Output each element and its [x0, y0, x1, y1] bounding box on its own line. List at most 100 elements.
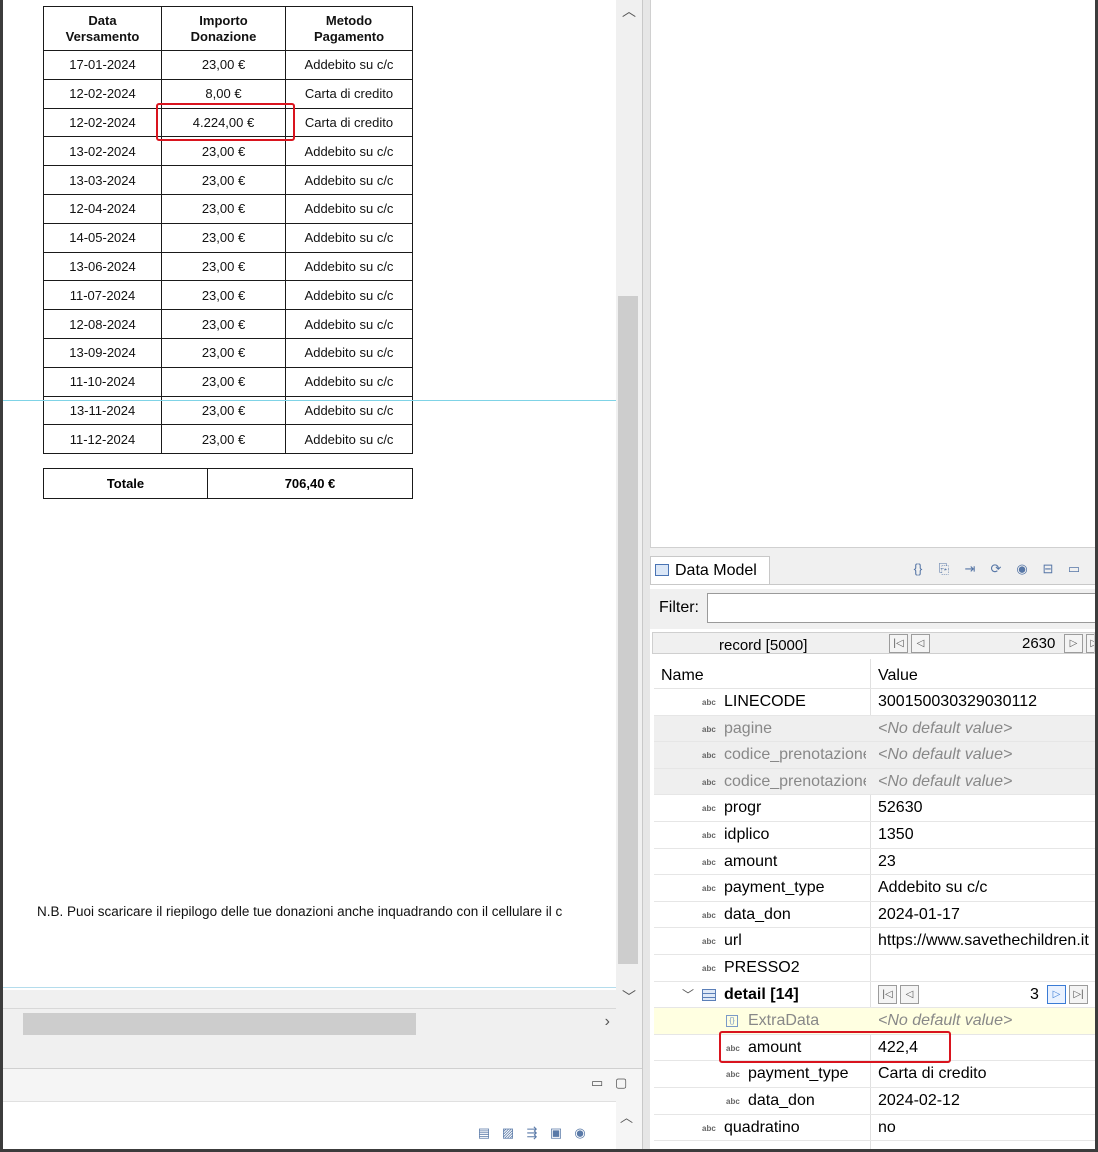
string-type-icon: abc — [702, 884, 716, 894]
import-icon[interactable]: ⎘ — [934, 560, 954, 578]
tree-row[interactable]: abc data_don 2024-01-17 — [654, 902, 1095, 929]
field-value: Carta di credito — [878, 1065, 987, 1083]
extradata-icon: {} — [726, 1015, 738, 1028]
tree-row[interactable]: abc idplico 1350 — [654, 822, 1095, 849]
method-cell: Addebito su c/c — [285, 193, 413, 224]
string-type-icon: abc — [702, 857, 716, 867]
tree-row[interactable]: abc payment_type Carta di credito — [654, 1061, 1095, 1088]
data-model-body: Filter: record [5000] |◁ ◁ 2630 ▷ ▷| Nam… — [650, 584, 1095, 1149]
detail-next-icon[interactable]: ▷ — [1047, 984, 1066, 1004]
refresh-icon[interactable]: ⟳ — [986, 560, 1006, 578]
tree-row[interactable]: abc PRESSO2 — [654, 955, 1095, 982]
data-tree: Name Value abc LINECODE 300150030329030112… — [654, 659, 1095, 1149]
table-row: 11-10-2024 23,00 € Addebito su c/c — [43, 366, 413, 397]
chevron-down-icon[interactable]: ﹀ — [682, 986, 694, 1003]
string-type-icon: abc — [702, 963, 716, 973]
payments-table: Data Versamento Importo Donazione Metodo Pa… — [43, 6, 413, 455]
tree-row[interactable]: abc LINECODE 300150030329030112 — [654, 689, 1095, 716]
tree-header: Name Value — [654, 659, 1095, 689]
report-icon[interactable]: ▤ — [475, 1124, 493, 1142]
field-value: <No default value> — [878, 772, 1013, 790]
detail-first-icon[interactable]: |◁ — [878, 984, 897, 1004]
preview-horizontal-scrollbar[interactable]: › — [3, 1008, 616, 1038]
error-icon[interactable]: ▣ — [547, 1124, 565, 1142]
detail-prev-icon[interactable]: ◁ — [900, 984, 919, 1004]
field-value: 23 — [878, 852, 896, 870]
bottom-tool-icons: ▤ ▨ ⇶ ▣ ◉ — [475, 1124, 589, 1142]
filter-input[interactable] — [707, 593, 1095, 623]
table-row: 13-02-2024 23,00 € Addebito su c/c — [43, 136, 413, 167]
tree-row[interactable]: abc progr 52630 — [654, 795, 1095, 822]
next-record-icon[interactable]: ▷ — [1064, 634, 1083, 653]
scroll-right-arrow-icon[interactable]: › — [605, 1013, 610, 1031]
field-name: progr — [724, 799, 762, 817]
amount-cell: 23,00 € — [161, 251, 286, 282]
method-cell: Addebito su c/c — [285, 424, 413, 455]
method-cell: Carta di credito — [285, 107, 413, 138]
braces-icon[interactable]: {} — [908, 560, 928, 578]
record-navigator: record [5000] |◁ ◁ 2630 ▷ ▷| — [652, 632, 1095, 654]
hscroll-thumb[interactable] — [23, 1013, 416, 1035]
field-name: quadratino — [724, 1118, 800, 1136]
tree-row[interactable]: abc amount 23 — [654, 849, 1095, 876]
field-value: 2024-01-17 — [878, 905, 960, 923]
step-icon[interactable]: ⇶ — [523, 1124, 541, 1142]
tree-row[interactable]: abc url https://www.savethechildren.it — [654, 928, 1095, 955]
tree-row[interactable]: abc data_don 2024-02-12 — [654, 1088, 1095, 1115]
column-value[interactable]: Value — [878, 667, 918, 685]
tree-row[interactable]: abc pagine <No default value> — [654, 715, 1095, 743]
tree-row-detail[interactable]: ﹀ detail [14] |◁ ◁ 3 ▷ ▷| — [654, 982, 1095, 1009]
amount-cell: 23,00 € — [161, 50, 286, 80]
first-record-icon[interactable]: |◁ — [889, 634, 908, 653]
string-type-icon: abc — [702, 777, 716, 787]
tree-row[interactable]: abc codice_prenotazione <No default value> — [654, 742, 1095, 769]
export-icon[interactable]: ⇥ — [960, 560, 980, 578]
field-name: pagine — [724, 719, 773, 737]
minimize-icon[interactable]: ▭ — [591, 1075, 603, 1091]
total-table: Totale 706,40 € — [43, 468, 413, 499]
date-cell: 13-03-2024 — [43, 165, 162, 195]
data-model-view: Data Model {} ⎘ ⇥ ⟳ ◉ ⊟ ▭ Filter: record… — [650, 552, 1095, 1149]
filter-label: Filter: — [659, 599, 699, 616]
date-cell: 12-04-2024 — [43, 193, 162, 224]
method-cell: Addebito su c/c — [285, 165, 413, 195]
editor-pane — [650, 0, 1095, 548]
collapse-icon[interactable]: ⊟ — [1038, 560, 1058, 578]
date-cell: 11-07-2024 — [43, 280, 162, 311]
field-name: data_don — [748, 1091, 815, 1109]
string-type-icon: abc — [702, 1123, 716, 1133]
header-importo-donazione: Importo Donazione — [161, 6, 286, 51]
tree-row[interactable]: abc quadratino no — [654, 1115, 1095, 1142]
table-row: 12-08-2024 23,00 € Addebito su c/c — [43, 309, 413, 339]
method-cell: Addebito su c/c — [285, 366, 413, 397]
data-model-icon — [655, 564, 669, 576]
scroll-up-small-icon[interactable]: ︿ — [620, 1107, 633, 1126]
delete-report-icon[interactable]: ▨ — [499, 1124, 517, 1142]
preview-vertical-scrollbar[interactable]: ︿ ﹀ — [616, 0, 642, 1006]
scroll-thumb[interactable] — [618, 296, 638, 964]
maximize-icon[interactable]: ▢ — [615, 1075, 627, 1091]
eye-icon[interactable]: ◉ — [1012, 560, 1032, 578]
scroll-down-arrow-icon[interactable]: ﹀ — [616, 986, 642, 1008]
tab-data-model[interactable]: Data Model — [650, 556, 770, 584]
tree-row[interactable]: abc codice_prenotazione <No default value> — [654, 768, 1095, 796]
tree-row[interactable]: abc payment_type Addebito su c/c — [654, 875, 1095, 902]
record-position[interactable]: 2630 — [1022, 635, 1055, 652]
detail-last-icon[interactable]: ▷| — [1069, 984, 1088, 1004]
prev-record-icon[interactable]: ◁ — [911, 634, 930, 653]
date-cell: 17-01-2024 — [43, 50, 162, 80]
help-icon[interactable]: ◉ — [571, 1124, 589, 1142]
minimize-view-icon[interactable]: ▭ — [1064, 560, 1084, 578]
sash-divider[interactable] — [642, 0, 650, 1149]
amount-cell: 23,00 € — [161, 366, 286, 397]
table-row: 13-03-2024 23,00 € Addebito su c/c — [43, 165, 413, 195]
total-value: 706,40 € — [207, 468, 413, 499]
column-name[interactable]: Name — [661, 667, 704, 685]
amount-cell: 23,00 € — [161, 424, 286, 455]
field-value: 2024-02-12 — [878, 1091, 960, 1109]
scroll-up-arrow-icon[interactable]: ︿ — [616, 0, 642, 22]
last-record-icon[interactable]: ▷| — [1086, 634, 1094, 653]
detail-position[interactable]: 3 — [1030, 986, 1039, 1004]
highlight-box-detail-amount — [719, 1031, 951, 1063]
record-label: record [5000] — [719, 637, 808, 654]
